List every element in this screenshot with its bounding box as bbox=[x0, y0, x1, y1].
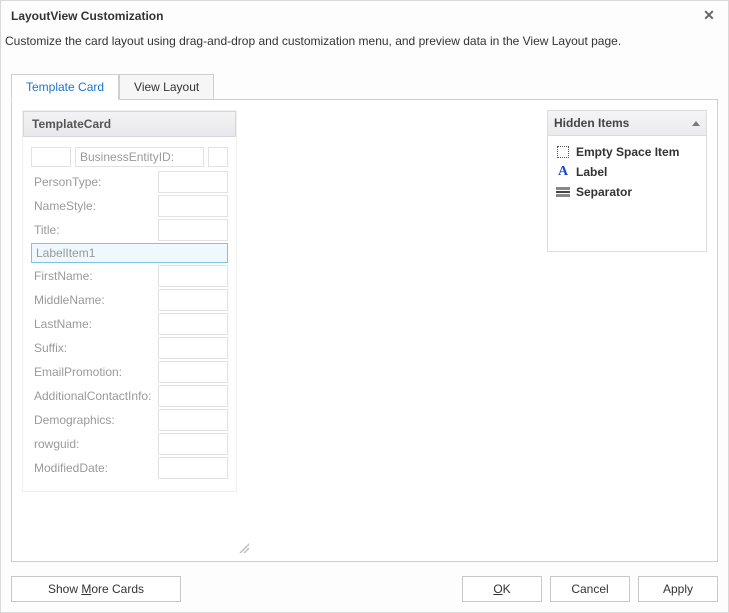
field-value[interactable] bbox=[158, 385, 228, 407]
tab-template-card[interactable]: Template Card bbox=[11, 74, 119, 100]
field-row[interactable]: Suffix: bbox=[31, 337, 228, 359]
apply-button[interactable]: Apply bbox=[638, 576, 718, 602]
hidden-item-label: Label bbox=[576, 165, 607, 179]
ok-button[interactable]: OK bbox=[462, 576, 542, 602]
hidden-item[interactable]: Separator bbox=[554, 182, 700, 202]
resize-grip-icon[interactable] bbox=[239, 543, 249, 553]
field-label: EmailPromotion: bbox=[31, 361, 154, 383]
chevron-up-icon bbox=[692, 121, 700, 126]
ok-label: OK bbox=[493, 582, 510, 596]
hidden-item[interactable]: A Label bbox=[554, 162, 700, 182]
tabs: Template Card View Layout bbox=[11, 73, 718, 99]
cancel-label: Cancel bbox=[571, 582, 608, 596]
label-item[interactable]: LabelItem1 bbox=[31, 243, 228, 263]
tab-view-layout[interactable]: View Layout bbox=[119, 74, 214, 100]
field-value[interactable] bbox=[158, 409, 228, 431]
show-more-cards-button[interactable]: Show More Cards bbox=[11, 576, 181, 602]
field-row[interactable]: EmailPromotion: bbox=[31, 361, 228, 383]
field-row[interactable]: Title: bbox=[31, 219, 228, 241]
field-row[interactable]: ModifiedDate: bbox=[31, 457, 228, 479]
id-row-trailing-box[interactable] bbox=[208, 147, 228, 167]
field-row[interactable]: LastName: bbox=[31, 313, 228, 335]
hidden-item[interactable]: Empty Space Item bbox=[554, 142, 700, 162]
field-label: rowguid: bbox=[31, 433, 154, 455]
apply-label: Apply bbox=[663, 582, 693, 596]
id-row-label[interactable]: BusinessEntityID: bbox=[75, 147, 204, 167]
field-row[interactable]: PersonType: bbox=[31, 171, 228, 193]
field-value[interactable] bbox=[158, 361, 228, 383]
separator-icon bbox=[556, 185, 570, 199]
field-label: Suffix: bbox=[31, 337, 154, 359]
field-row[interactable]: NameStyle: bbox=[31, 195, 228, 217]
hidden-items-title: Hidden Items bbox=[554, 116, 629, 130]
field-value[interactable] bbox=[158, 195, 228, 217]
field-row[interactable]: MiddleName: bbox=[31, 289, 228, 311]
field-value[interactable] bbox=[158, 289, 228, 311]
empty-space-icon bbox=[556, 145, 570, 159]
cancel-button[interactable]: Cancel bbox=[550, 576, 630, 602]
field-label: FirstName: bbox=[31, 265, 154, 287]
hidden-item-label: Empty Space Item bbox=[576, 145, 679, 159]
window-title: LayoutView Customization bbox=[11, 9, 163, 23]
field-row[interactable]: FirstName: bbox=[31, 265, 228, 287]
field-row[interactable]: Demographics: bbox=[31, 409, 228, 431]
tab-body: TemplateCard BusinessEntityID: PersonTyp… bbox=[11, 99, 718, 562]
field-label: AdditionalContactInfo: bbox=[31, 385, 154, 407]
close-icon[interactable]: ✕ bbox=[700, 7, 718, 24]
field-row[interactable]: AdditionalContactInfo: bbox=[31, 385, 228, 407]
field-value[interactable] bbox=[158, 265, 228, 287]
field-value[interactable] bbox=[158, 337, 228, 359]
show-more-cards-label: Show More Cards bbox=[48, 582, 144, 596]
field-value[interactable] bbox=[158, 457, 228, 479]
id-row-leading-box[interactable] bbox=[31, 147, 71, 167]
field-label: Demographics: bbox=[31, 409, 154, 431]
template-card-area[interactable]: TemplateCard BusinessEntityID: PersonTyp… bbox=[22, 110, 247, 551]
hidden-item-label: Separator bbox=[576, 185, 632, 199]
field-label: ModifiedDate: bbox=[31, 457, 154, 479]
instructions-text: Customize the card layout using drag-and… bbox=[1, 30, 728, 58]
field-value[interactable] bbox=[158, 433, 228, 455]
field-label: MiddleName: bbox=[31, 289, 154, 311]
field-label: LastName: bbox=[31, 313, 154, 335]
field-value[interactable] bbox=[158, 219, 228, 241]
hidden-items-header[interactable]: Hidden Items bbox=[548, 111, 706, 136]
field-label: PersonType: bbox=[31, 171, 154, 193]
field-label: Title: bbox=[31, 219, 154, 241]
field-value[interactable] bbox=[158, 171, 228, 193]
field-label: NameStyle: bbox=[31, 195, 154, 217]
card-header[interactable]: TemplateCard bbox=[23, 111, 236, 137]
id-row[interactable]: BusinessEntityID: bbox=[31, 147, 228, 167]
field-value[interactable] bbox=[158, 313, 228, 335]
hidden-items-panel: Hidden Items Empty Space Item A Label Separ… bbox=[547, 110, 707, 252]
field-row[interactable]: rowguid: bbox=[31, 433, 228, 455]
label-icon: A bbox=[556, 165, 570, 179]
